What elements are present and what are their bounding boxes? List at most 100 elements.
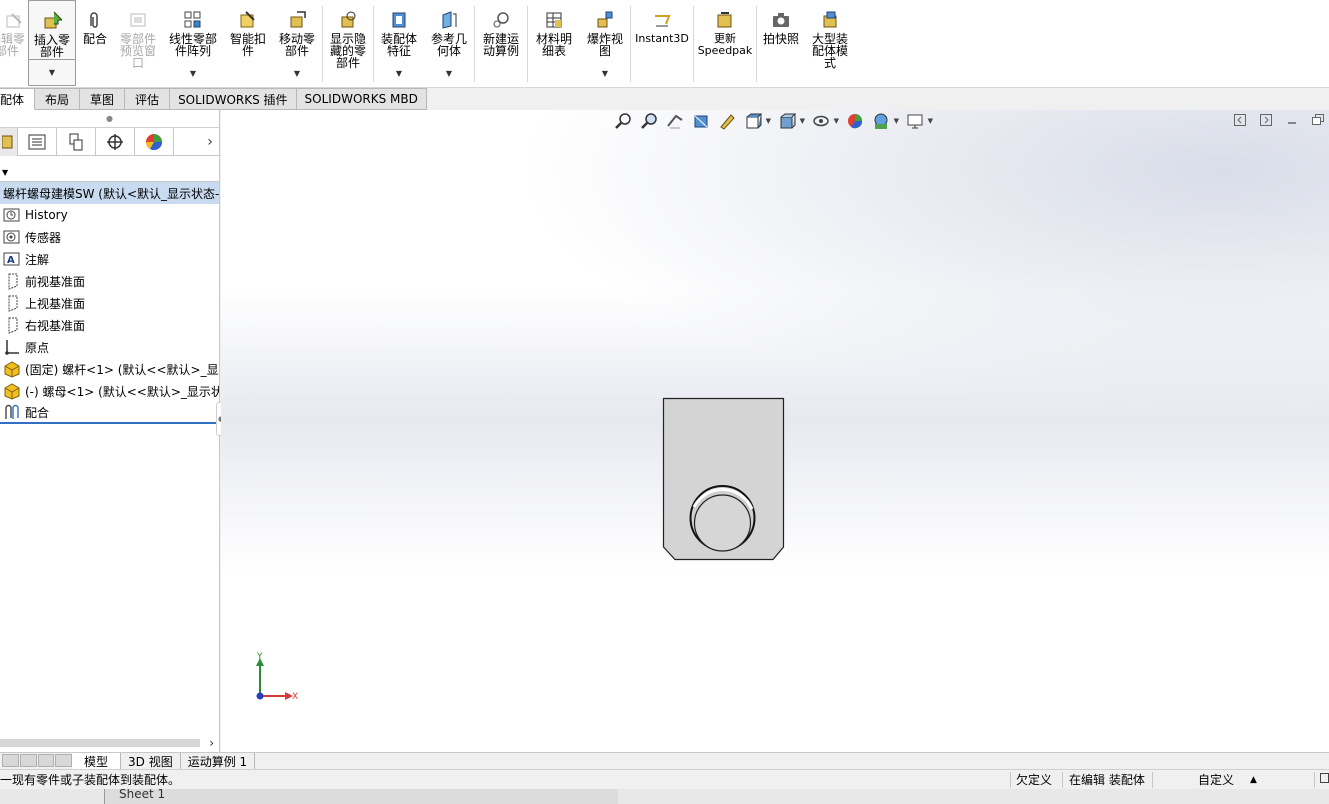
tree-item-label: (-) 螺母<1> (默认<<默认>_显示状 — [25, 384, 219, 399]
move-component-button[interactable]: 移动零 部件 ▼ — [272, 0, 322, 86]
component-preview-label: 零部件 预览窗 口 — [119, 32, 156, 70]
tree-filter[interactable]: ▼ — [0, 156, 219, 182]
tree-item-sensors[interactable]: 传感器 — [0, 226, 219, 248]
tree-item-top-plane[interactable]: 上视基准面 — [0, 292, 219, 314]
panel-tabs-more-icon[interactable]: › — [201, 128, 219, 155]
status-editing: 在编辑 装配体 — [1069, 773, 1145, 787]
insert-component-dropdown-icon[interactable]: ▼ — [49, 67, 55, 79]
move-component-dropdown-icon[interactable]: ▼ — [294, 68, 300, 80]
hide-show-items-icon[interactable]: ▼ — [811, 111, 839, 131]
scrollbar-thumb[interactable] — [0, 739, 200, 747]
restore-right-icon[interactable] — [1259, 114, 1273, 126]
panel-horizontal-scrollbar[interactable]: › — [0, 736, 218, 750]
mates-icon — [2, 403, 22, 421]
tab-motion-study-1[interactable]: 运动算例 1 — [181, 752, 256, 770]
next-tab-icon[interactable] — [37, 753, 55, 767]
view-settings-dropdown-icon[interactable]: ▼ — [928, 117, 933, 125]
zoom-to-fit-icon[interactable] — [613, 111, 633, 131]
maximize-icon[interactable] — [1311, 114, 1325, 126]
preview-window-icon — [128, 10, 148, 30]
zoom-to-area-icon[interactable] — [639, 111, 659, 131]
reference-geometry-dropdown-icon[interactable]: ▼ — [446, 68, 452, 80]
heads-up-view-toolbar: ▼ ▼ ▼ ▼ ▼ — [613, 110, 933, 132]
configuration-manager-tab[interactable] — [57, 128, 96, 156]
assembly-features-dropdown-icon[interactable]: ▼ — [396, 68, 402, 80]
tab-evaluate[interactable]: 评估 — [125, 88, 171, 110]
tab-assembly[interactable]: 配体 — [0, 88, 36, 110]
insert-component-icon — [42, 11, 62, 31]
dynamic-annotation-icon[interactable] — [717, 111, 737, 131]
first-tab-icon[interactable] — [2, 753, 19, 767]
sheet-tab[interactable]: Sheet 1 — [104, 789, 618, 804]
view-settings-icon[interactable]: ▼ — [905, 111, 933, 131]
exploded-view-button[interactable]: 爆炸视 图 ▼ — [580, 0, 630, 86]
edit-appearance-icon[interactable] — [845, 111, 865, 131]
view-orientation-dropdown-icon[interactable]: ▼ — [766, 117, 771, 125]
last-tab-icon[interactable] — [55, 753, 72, 767]
tree-item-label: 注解 — [25, 252, 50, 267]
previous-view-icon[interactable] — [665, 111, 685, 131]
tab-3d-views[interactable]: 3D 视图 — [121, 752, 181, 770]
tree-item-annotations[interactable]: A 注解 — [0, 248, 219, 270]
feature-manager-tab[interactable] — [0, 128, 18, 156]
dimxpert-manager-tab[interactable] — [96, 128, 135, 156]
tree-item-screw[interactable]: (固定) 螺杆<1> (默认<<默认>_显示 — [0, 358, 219, 380]
edit-component-button[interactable]: 编辑零 部件 — [0, 0, 28, 86]
new-motion-study-button[interactable]: 新建运 动算例 — [475, 0, 527, 86]
section-view-icon[interactable] — [691, 111, 711, 131]
component-preview-button[interactable]: 零部件 预览窗 口 — [114, 0, 162, 86]
reference-geometry-button[interactable]: 参考几 何体 ▼ — [424, 0, 474, 86]
status-help-icon[interactable] — [1320, 772, 1329, 787]
restore-left-icon[interactable] — [1233, 114, 1247, 126]
tree-item-label: (固定) 螺杆<1> (默认<<默认>_显示 — [25, 362, 219, 377]
assembly-features-button[interactable]: 装配体 特征 ▼ — [374, 0, 424, 86]
tab-sketch[interactable]: 草图 — [80, 88, 126, 110]
scroll-right-icon[interactable]: › — [209, 736, 218, 750]
apply-scene-icon[interactable]: ▼ — [871, 111, 899, 131]
panel-grip-icon[interactable]: ● — [0, 110, 219, 128]
smart-fasteners-button[interactable]: 智能扣 件 — [224, 0, 272, 86]
show-hidden-components-button[interactable]: 显示隐 藏的零 部件 — [323, 0, 373, 86]
status-units-custom[interactable]: 自定义 — [1198, 771, 1234, 788]
display-manager-tab[interactable] — [135, 128, 174, 156]
reference-geometry-icon — [439, 10, 459, 30]
filter-dropdown-icon[interactable]: ▼ — [2, 168, 8, 177]
panel-tabs: › — [0, 128, 219, 156]
display-style-dropdown-icon[interactable]: ▼ — [800, 117, 805, 125]
tree-item-history[interactable]: History — [0, 204, 219, 226]
large-assembly-mode-button[interactable]: 大型装 配体模 式 — [805, 0, 855, 86]
instant3d-button[interactable]: Instant3D — [631, 0, 693, 86]
tab-layout[interactable]: 布局 — [35, 88, 81, 110]
prev-tab-icon[interactable] — [19, 753, 37, 767]
tree-item-mates[interactable]: 配合 — [0, 402, 219, 424]
origin-icon — [2, 338, 22, 356]
minimize-icon[interactable] — [1285, 114, 1299, 126]
mate-button[interactable]: 配合 — [76, 0, 114, 86]
linear-pattern-dropdown-icon[interactable]: ▼ — [190, 68, 196, 80]
graphics-area[interactable]: ▼ ▼ ▼ ▼ ▼ Y X — [221, 110, 1329, 752]
tab-model[interactable]: 模型 — [72, 752, 122, 770]
crosshair-icon — [107, 134, 123, 150]
tree-item-right-plane[interactable]: 右视基准面 — [0, 314, 219, 336]
take-snapshot-button[interactable]: 拍快照 — [757, 0, 805, 86]
view-orientation-icon[interactable]: ▼ — [743, 111, 771, 131]
update-speedpak-button[interactable]: 更新 Speedpak — [694, 0, 756, 86]
tree-item-nut[interactable]: (-) 螺母<1> (默认<<默认>_显示状 — [0, 380, 219, 402]
insert-component-button[interactable]: 插入零 部件 ▼ — [28, 0, 76, 86]
hide-show-dropdown-icon[interactable]: ▼ — [834, 117, 839, 125]
tab-solidworks-addins[interactable]: SOLIDWORKS 插件 — [170, 88, 297, 110]
tree-item-origin[interactable]: 原点 — [0, 336, 219, 358]
tab-solidworks-mbd[interactable]: SOLIDWORKS MBD — [296, 88, 427, 110]
apply-scene-dropdown-icon[interactable]: ▼ — [894, 117, 899, 125]
tree-item-front-plane[interactable]: 前视基准面 — [0, 270, 219, 292]
linear-pattern-button[interactable]: 线性零部 件阵列 ▼ — [162, 0, 224, 86]
property-manager-tab[interactable] — [18, 128, 57, 156]
exploded-view-dropdown-icon[interactable]: ▼ — [602, 68, 608, 80]
bom-button[interactable]: 材料明 细表 — [528, 0, 580, 86]
display-style-icon[interactable]: ▼ — [777, 111, 805, 131]
units-menu-arrow-icon[interactable]: ▲ — [1250, 775, 1257, 785]
feature-manager-panel: ● › ▼ 螺杆螺母建模SW (默认<默认_显示状态- History 传感器 … — [0, 110, 220, 752]
color-wheel-icon — [145, 134, 163, 151]
tree-root-assembly[interactable]: 螺杆螺母建模SW (默认<默认_显示状态- — [0, 182, 219, 204]
assembly-model[interactable] — [662, 397, 786, 566]
